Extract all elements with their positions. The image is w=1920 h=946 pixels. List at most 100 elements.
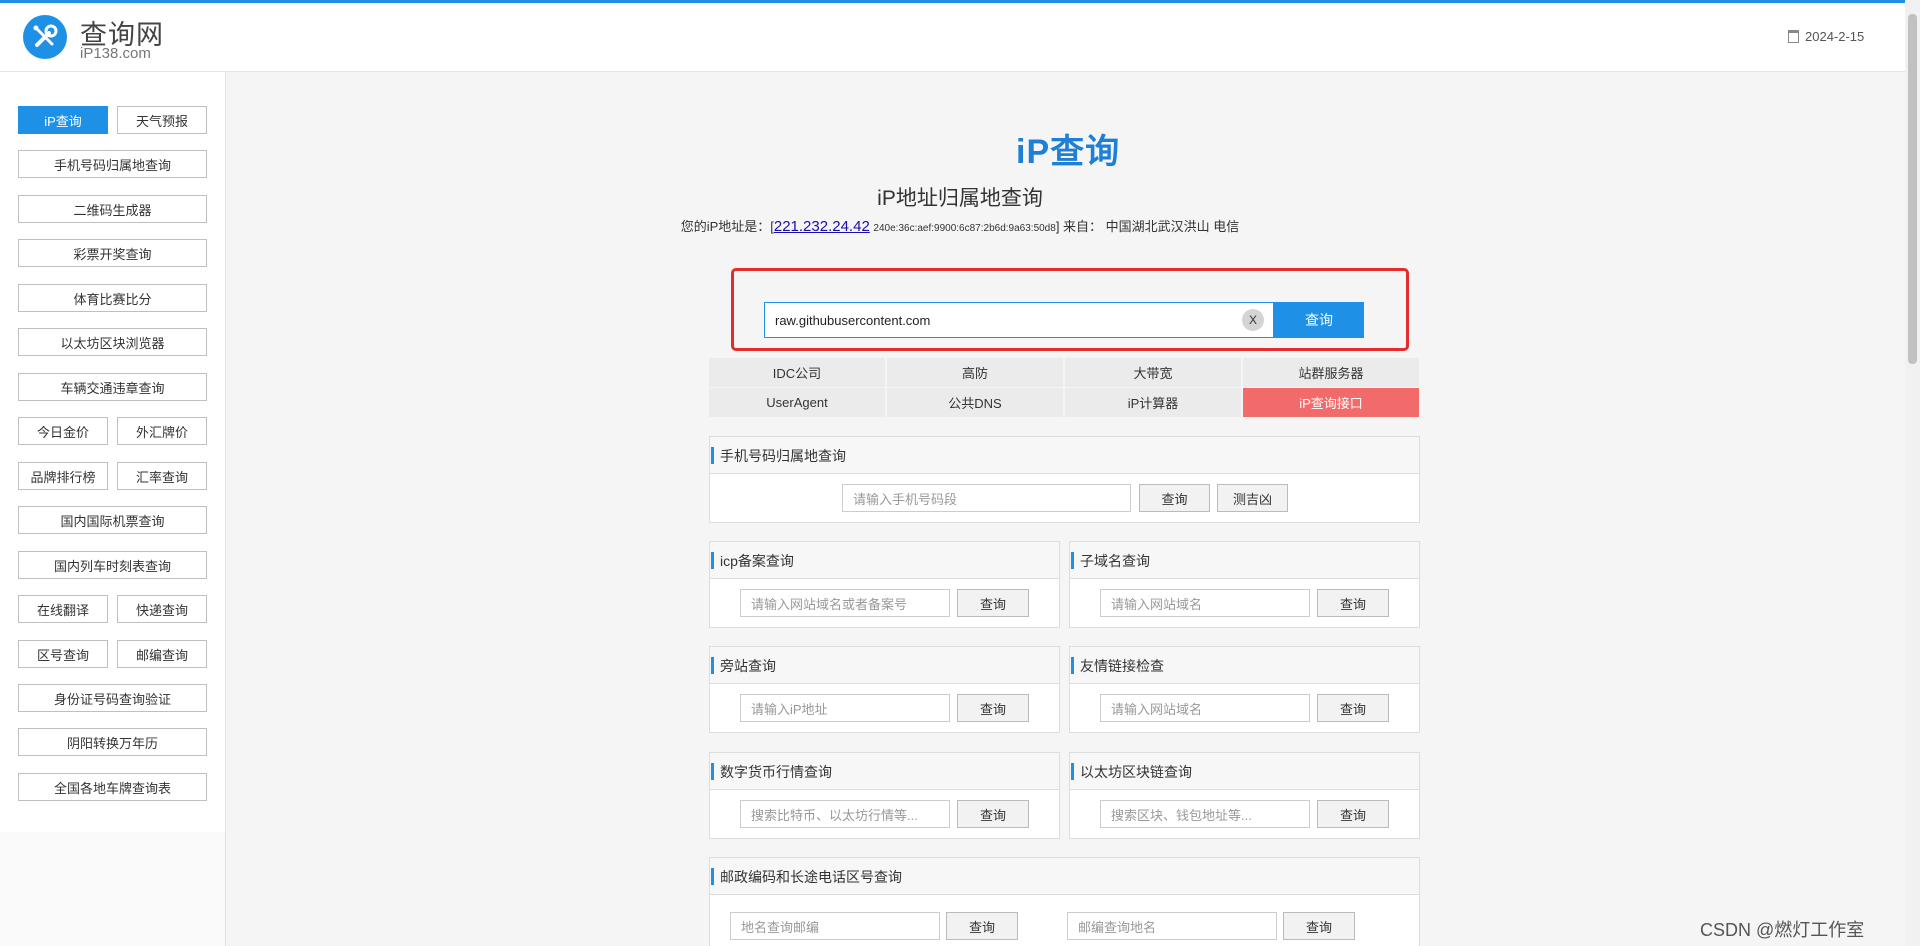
ip-query-logo: iP查询 (1016, 133, 1121, 171)
my-ip-suffix: ] 来自： (1055, 219, 1103, 234)
panel-subdomain: 子域名查询 请输入网站域名 查询 (1069, 541, 1420, 628)
date-text: 2024-2-15 (1805, 29, 1865, 44)
sidebar-item-lottery[interactable]: 彩票开奖查询 (18, 239, 207, 267)
page-title: iP地址归属地查询 (877, 187, 1043, 210)
panel-postcode: 邮政编码和长途电话区号查询 地名查询邮编 查询 邮编查询地名 查询 (709, 857, 1420, 946)
link-ip-api[interactable]: iP查询接口 (1243, 388, 1419, 417)
sidebar-item-brand[interactable]: 品牌排行榜 (18, 462, 108, 490)
panel-postcode-title: 邮政编码和长途电话区号查询 (720, 869, 902, 885)
panel-friendlink-title: 友情链接检查 (1080, 658, 1164, 674)
sidebar-item-plates[interactable]: 全国各地车牌查询表 (18, 773, 207, 801)
my-ip-prefix: 您的iP地址是：[ (680, 219, 774, 234)
sidebar-footer-area (0, 832, 225, 946)
postcode-by-place-input[interactable]: 地名查询邮编 (730, 912, 940, 940)
sidebar-item-eth-browser[interactable]: 以太坊区块浏览器 (18, 328, 207, 356)
sidesite-query-button[interactable]: 查询 (957, 694, 1029, 722)
sidebar-item-areacode[interactable]: 区号查询 (18, 640, 108, 668)
sidebar-item-ip-query[interactable]: iP查询 (18, 106, 108, 134)
panel-subdomain-header: 子域名查询 (1070, 542, 1419, 579)
date-display: 2024-2-15 (1788, 29, 1864, 44)
panel-crypto: 数字货币行情查询 搜索比特币、以太坊行情等... 查询 (709, 752, 1060, 839)
eth-query-button[interactable]: 查询 (1317, 800, 1389, 828)
panel-phone-header: 手机号码归属地查询 (710, 437, 1419, 474)
panel-crypto-title: 数字货币行情查询 (720, 764, 832, 780)
friendlink-query-button[interactable]: 查询 (1317, 694, 1389, 722)
panel-sidesite-header: 旁站查询 (710, 647, 1059, 684)
subdomain-query-button[interactable]: 查询 (1317, 589, 1389, 617)
link-ip-calculator[interactable]: iP计算器 (1065, 388, 1241, 417)
page-scrollbar[interactable] (1905, 0, 1920, 946)
panel-sidesite-title: 旁站查询 (720, 658, 776, 674)
link-ddos[interactable]: 高防 (887, 358, 1063, 387)
panel-icp: icp备案查询 请输入网站域名或者备案号 查询 (709, 541, 1060, 628)
panel-phone-title: 手机号码归属地查询 (720, 448, 846, 464)
my-ipv6: 240e:36c:aef:9900:6c87:2b6d:9a63:50d8 (873, 223, 1056, 234)
sidebar-item-exchange[interactable]: 汇率查询 (117, 462, 207, 490)
panel-eth-title: 以太坊区块链查询 (1080, 764, 1192, 780)
phone-query-button[interactable]: 查询 (1139, 484, 1210, 512)
link-bandwidth[interactable]: 大带宽 (1065, 358, 1241, 387)
link-site-cluster[interactable]: 站群服务器 (1243, 358, 1419, 387)
panel-phone-marker (711, 447, 714, 464)
my-ip-location: 中国湖北武汉洪山 电信 (1105, 219, 1240, 234)
my-ipv4-link[interactable]: 221.232.24.42 (774, 218, 870, 235)
sidebar-item-flights[interactable]: 国内国际机票查询 (18, 506, 207, 534)
sidebar-item-express[interactable]: 快递查询 (117, 595, 207, 623)
link-useragent[interactable]: UserAgent (709, 388, 885, 417)
crypto-input[interactable]: 搜索比特币、以太坊行情等... (740, 800, 950, 828)
link-public-dns[interactable]: 公共DNS (887, 388, 1063, 417)
sidesite-input[interactable]: 请输入iP地址 (740, 694, 950, 722)
site-domain[interactable]: iP138.com (80, 45, 151, 62)
panel-subdomain-marker (1071, 552, 1074, 569)
panel-eth: 以太坊区块链查询 搜索区块、钱包地址等... 查询 (1069, 752, 1420, 839)
subdomain-input[interactable]: 请输入网站域名 (1100, 589, 1310, 617)
clear-search-button[interactable]: X (1242, 309, 1264, 331)
panel-icp-marker (711, 552, 714, 569)
sidebar-item-phone[interactable]: 手机号码归属地查询 (18, 150, 207, 178)
place-by-postcode-input[interactable]: 邮编查询地名 (1067, 912, 1277, 940)
phone-fortune-button[interactable]: 测吉凶 (1217, 484, 1288, 512)
sidebar-item-translate[interactable]: 在线翻译 (18, 595, 108, 623)
panel-friendlink-marker (1071, 657, 1074, 674)
sidebar-item-weather[interactable]: 天气预报 (117, 106, 207, 134)
icp-query-button[interactable]: 查询 (957, 589, 1029, 617)
panel-icp-header: icp备案查询 (710, 542, 1059, 579)
link-idc[interactable]: IDC公司 (709, 358, 885, 387)
ip-search-button[interactable]: 查询 (1274, 302, 1364, 338)
panel-subdomain-title: 子域名查询 (1080, 553, 1150, 569)
panel-crypto-header: 数字货币行情查询 (710, 753, 1059, 790)
panel-crypto-marker (711, 763, 714, 780)
sidebar-item-traffic[interactable]: 车辆交通违章查询 (18, 373, 207, 401)
panel-icp-title: icp备案查询 (720, 553, 794, 569)
panel-sidesite: 旁站查询 请输入iP地址 查询 (709, 646, 1060, 733)
sidebar-item-trains[interactable]: 国内列车时刻表查询 (18, 551, 207, 579)
panel-phone: 手机号码归属地查询 请输入手机号码段 查询 测吉凶 (709, 436, 1420, 523)
sidebar-item-gold[interactable]: 今日金价 (18, 417, 108, 445)
postcode-by-place-button[interactable]: 查询 (946, 912, 1018, 940)
calendar-icon (1788, 30, 1799, 43)
quick-links-grid: IDC公司 高防 大带宽 站群服务器 UserAgent 公共DNS iP计算器… (709, 358, 1419, 418)
panel-friendlink-header: 友情链接检查 (1070, 647, 1419, 684)
logo-tools-icon[interactable] (23, 15, 67, 59)
sidebar-item-postcode[interactable]: 邮编查询 (117, 640, 207, 668)
eth-input[interactable]: 搜索区块、钱包地址等... (1100, 800, 1310, 828)
friendlink-input[interactable]: 请输入网站域名 (1100, 694, 1310, 722)
panel-eth-header: 以太坊区块链查询 (1070, 753, 1419, 790)
panel-eth-marker (1071, 763, 1074, 780)
panel-friendlink: 友情链接检查 请输入网站域名 查询 (1069, 646, 1420, 733)
crypto-query-button[interactable]: 查询 (957, 800, 1029, 828)
place-by-postcode-button[interactable]: 查询 (1283, 912, 1355, 940)
site-header: 查询网 iP138.com 2024-2-15 (0, 3, 1905, 72)
watermark: CSDN @燃灯工作室 (1700, 920, 1865, 940)
my-ip-info: 您的iP地址是：[221.232.24.42 240e:36c:aef:9900… (0, 216, 1920, 235)
ip-search-input[interactable]: raw.githubusercontent.com (764, 302, 1274, 338)
panel-sidesite-marker (711, 657, 714, 674)
sidebar-item-sports[interactable]: 体育比赛比分 (18, 284, 207, 312)
scrollbar-thumb[interactable] (1908, 14, 1917, 364)
icp-input[interactable]: 请输入网站域名或者备案号 (740, 589, 950, 617)
sidebar-item-calendar[interactable]: 阴阳转换万年历 (18, 728, 207, 756)
phone-input[interactable]: 请输入手机号码段 (842, 484, 1131, 512)
panel-postcode-marker (711, 868, 714, 885)
sidebar-item-forex[interactable]: 外汇牌价 (117, 417, 207, 445)
sidebar-item-idcard[interactable]: 身份证号码查询验证 (18, 684, 207, 712)
